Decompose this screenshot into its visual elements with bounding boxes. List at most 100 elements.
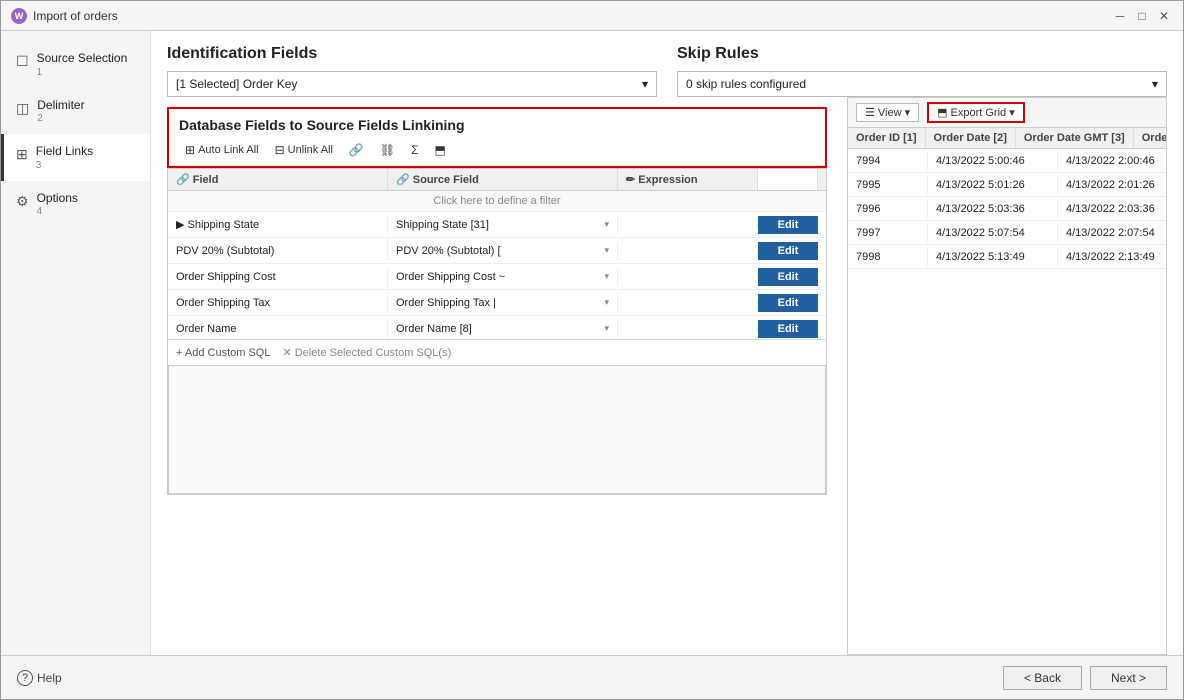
link-icon: 🔗	[349, 143, 364, 157]
next-button[interactable]: Next >	[1090, 666, 1167, 690]
minimize-button[interactable]: ─	[1111, 7, 1129, 25]
custom-sql-bar: + Add Custom SQL ✕ Delete Selected Custo…	[168, 339, 826, 365]
cell-source-1: PDV 20% (Subtotal) [ ▾	[388, 242, 618, 260]
sidebar-num-options: 4	[37, 206, 78, 217]
cell-id-3: 7997	[848, 224, 928, 242]
filter-row[interactable]: Click here to define a filter	[168, 191, 826, 212]
sigma-button[interactable]: Σ	[405, 141, 424, 159]
right-grid-header: Order ID [1] Order Date [2] Order Date G…	[848, 128, 1166, 149]
cell-date-0: 4/13/2022 5:00:46	[928, 152, 1058, 170]
cell-gmt-4: 4/13/2022 2:13:49	[1058, 248, 1166, 266]
title-controls: ─ □ ✕	[1111, 7, 1173, 25]
right-col-order-date: Order Date [2]	[926, 128, 1016, 148]
cell-gmt-1: 4/13/2022 2:01:26	[1058, 176, 1166, 194]
export-icon: ⬒	[937, 106, 947, 119]
source-arrow-0: ▾	[604, 219, 609, 230]
edit-button-0[interactable]: Edit	[758, 216, 818, 234]
unlink-button[interactable]: ⛓	[374, 141, 401, 159]
nav-buttons: < Back Next >	[1003, 666, 1167, 690]
unlink-all-button[interactable]: ⊟ Unlink All	[269, 141, 339, 159]
cell-id-1: 7995	[848, 176, 928, 194]
right-grid-toolbar: ☰ View ▾ ⬒ Export Grid ▾	[848, 98, 1166, 128]
identification-section: Identification Fields [1 Selected] Order…	[167, 45, 657, 97]
help-button[interactable]: ? Help	[17, 670, 62, 686]
identification-dropdown-arrow: ▾	[642, 77, 648, 91]
delete-custom-sql-button[interactable]: ✕ Delete Selected Custom SQL(s)	[282, 346, 451, 359]
cell-field-3: Order Shipping Tax	[168, 294, 388, 312]
main-content: Identification Fields [1 Selected] Order…	[151, 31, 1183, 655]
source-arrow-4: ▾	[604, 323, 609, 334]
right-col-order-id: Order ID [1]	[848, 128, 926, 148]
left-section: Database Fields to Source Fields Linkini…	[167, 97, 827, 655]
sidebar: ☐ Source Selection 1 ◫ Delimiter 2 ⊞ Fie…	[1, 31, 151, 655]
unlink-icon: ⊟	[275, 143, 285, 157]
sql-editor[interactable]	[168, 365, 826, 494]
cell-expr-0	[618, 222, 758, 228]
cell-field-1: PDV 20% (Subtotal)	[168, 242, 388, 260]
cell-id-0: 7994	[848, 152, 928, 170]
expr-icon: ✏	[626, 174, 638, 186]
delimiter-icon: ◫	[16, 100, 29, 117]
link-button[interactable]: 🔗	[343, 141, 370, 159]
col-header-edit	[758, 169, 818, 190]
cell-expr-3	[618, 300, 758, 306]
sidebar-item-source-selection[interactable]: ☐ Source Selection 1	[1, 41, 150, 88]
auto-link-all-button[interactable]: ⊞ Auto Link All	[179, 141, 265, 159]
sidebar-label-field-links: Field Links	[36, 144, 93, 160]
sidebar-item-options[interactable]: ⚙ Options 4	[1, 181, 150, 228]
cell-date-3: 4/13/2022 5:07:54	[928, 224, 1058, 242]
right-col-order-gmt: Order Date GMT [3]	[1016, 128, 1134, 148]
cell-gmt-3: 4/13/2022 2:07:54	[1058, 224, 1166, 242]
edit-button-4[interactable]: Edit	[758, 320, 818, 338]
source-arrow-3: ▾	[604, 297, 609, 308]
edit-button-3[interactable]: Edit	[758, 294, 818, 312]
table-row: Order Shipping Cost Order Shipping Cost …	[168, 264, 826, 290]
left-grid-header: 🔗 Field 🔗 Source Field ✏ Expression	[168, 169, 826, 191]
skip-rules-dropdown[interactable]: 0 skip rules configured ▾	[677, 71, 1167, 97]
right-col-order-title: Order Title [4]	[1134, 128, 1166, 148]
main-top: Identification Fields [1 Selected] Order…	[167, 45, 1167, 97]
link-icon2: 🔗	[396, 174, 413, 186]
cell-date-2: 4/13/2022 5:03:36	[928, 200, 1058, 218]
field-links-box: Database Fields to Source Fields Linkini…	[167, 107, 827, 168]
sidebar-label-delimiter: Delimiter	[37, 98, 84, 114]
cell-expr-1	[618, 248, 758, 254]
cell-date-1: 4/13/2022 5:01:26	[928, 176, 1058, 194]
import-button[interactable]: ⬒	[429, 141, 452, 159]
auto-link-icon: ⊞	[185, 143, 195, 157]
edit-button-2[interactable]: Edit	[758, 268, 818, 286]
field-links-icon: ⊞	[16, 146, 28, 163]
close-button[interactable]: ✕	[1155, 7, 1173, 25]
export-grid-button[interactable]: ⬒ Export Grid ▾	[927, 102, 1025, 123]
sidebar-item-field-links[interactable]: ⊞ Field Links 3	[1, 134, 150, 181]
left-grid: 🔗 Field 🔗 Source Field ✏ Expression Clic…	[167, 168, 827, 495]
col-header-expression: ✏ Expression	[618, 169, 758, 190]
app-icon: W	[11, 8, 27, 24]
title-bar-left: W Import of orders	[11, 8, 118, 24]
right-grid-rows: 7994 4/13/2022 5:00:46 4/13/2022 2:00:46…	[848, 149, 1166, 654]
source-arrow-1: ▾	[604, 245, 609, 256]
grid-rows: ▶ Shipping State Shipping State [31] ▾ E…	[168, 212, 826, 339]
col-header-source: 🔗 Source Field	[388, 169, 618, 190]
identification-dropdown[interactable]: [1 Selected] Order Key ▾	[167, 71, 657, 97]
sidebar-num-delimiter: 2	[37, 113, 84, 124]
sidebar-item-delimiter[interactable]: ◫ Delimiter 2	[1, 88, 150, 135]
table-row: ▶ Shipping State Shipping State [31] ▾ E…	[168, 212, 826, 238]
cell-source-0: Shipping State [31] ▾	[388, 216, 618, 234]
cell-source-2: Order Shipping Cost ~ ▾	[388, 268, 618, 286]
right-section: ☰ View ▾ ⬒ Export Grid ▾ Order ID [1] Or…	[839, 97, 1167, 655]
table-row: Order Name Order Name [8] ▾ Edit	[168, 316, 826, 339]
view-button[interactable]: ☰ View ▾	[856, 103, 919, 122]
right-grid: ☰ View ▾ ⬒ Export Grid ▾ Order ID [1] Or…	[847, 97, 1167, 655]
add-custom-sql-button[interactable]: + Add Custom SQL	[176, 347, 270, 359]
cell-gmt-2: 4/13/2022 2:03:36	[1058, 200, 1166, 218]
list-item: 7994 4/13/2022 5:00:46 4/13/2022 2:00:46…	[848, 149, 1166, 173]
cell-expr-4	[618, 326, 758, 332]
maximize-button[interactable]: □	[1133, 7, 1151, 25]
help-icon: ?	[17, 670, 33, 686]
window-body: ☐ Source Selection 1 ◫ Delimiter 2 ⊞ Fie…	[1, 31, 1183, 655]
cell-id-2: 7996	[848, 200, 928, 218]
edit-button-1[interactable]: Edit	[758, 242, 818, 260]
bottom-bar: ? Help < Back Next >	[1, 655, 1183, 699]
back-button[interactable]: < Back	[1003, 666, 1082, 690]
